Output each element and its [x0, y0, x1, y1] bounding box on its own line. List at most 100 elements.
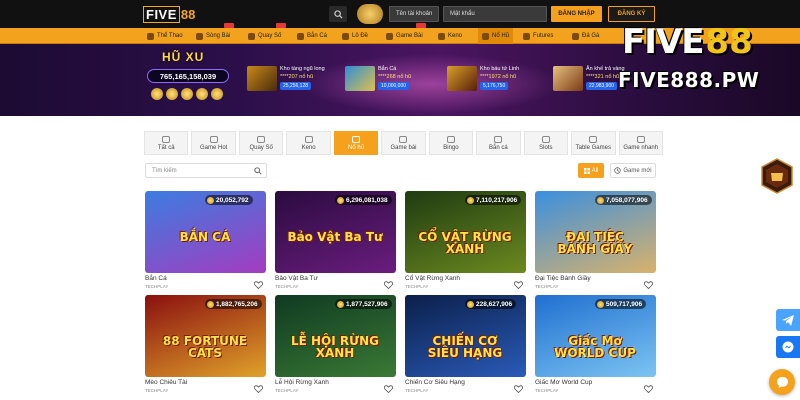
favorite-heart-icon[interactable]	[254, 276, 263, 294]
clock-icon	[614, 167, 622, 174]
game-card[interactable]: 7,058,077,906 ĐẠI TIỆC BÁNH GIẦY Đại Tiệc …	[535, 191, 656, 291]
game-jackpot-badge: 7,058,077,906	[595, 195, 652, 205]
tab-label: Tất cả	[157, 144, 175, 151]
game-card[interactable]: 7,110,217,906 CỔ VẬT RỪNG XANH Cổ Vật Rừng…	[405, 191, 526, 291]
game-provider: TECHPLAY	[275, 284, 299, 289]
nav-item-keno[interactable]: Keno	[438, 28, 462, 44]
grid-icon	[162, 135, 171, 143]
game-provider: TECHPLAY	[145, 388, 169, 393]
game-jackpot-value: 1,877,527,906	[346, 300, 388, 308]
filter-all-label: All	[591, 167, 599, 174]
nav-item-ban-ca[interactable]: Bắn Cá	[297, 28, 327, 44]
nav-item-futures[interactable]: Futures	[523, 28, 553, 44]
nav-item-no-hu[interactable]: Nổ Hũ	[478, 28, 514, 44]
fast-icon	[636, 135, 645, 143]
tab-quay-so[interactable]: Quay Số	[238, 131, 284, 155]
game-card[interactable]: 1,877,527,906 LỄ HỘI RỪNG XANH Lễ Hội Rừng…	[275, 295, 396, 395]
game-thumbnail[interactable]: 509,717,906 Giấc Mơ WORLD CUP	[535, 295, 656, 377]
banner-game-card[interactable]: Kho tàng ngũ long ****207 nổ hũ 25,256,1…	[247, 66, 325, 94]
favorite-heart-icon[interactable]	[384, 276, 393, 294]
game-card[interactable]: 20,052,792 BẮN CÁ Bắn Cá TECHPLAY	[145, 191, 266, 291]
slot-icon	[541, 135, 550, 143]
favorite-heart-icon[interactable]	[644, 380, 653, 398]
nav-label: Futures	[533, 33, 554, 39]
game-jackpot-value: 7,058,077,906	[606, 196, 648, 204]
tab-label: Bingo	[443, 144, 459, 151]
nav-label: Game Bài	[396, 33, 423, 39]
game-thumbnail[interactable]: 7,058,077,906 ĐẠI TIỆC BÁNH GIẦY	[535, 191, 656, 273]
tab-ban-ca[interactable]: Bắn cá	[476, 131, 521, 155]
game-search-input[interactable]: Tìm kiếm	[145, 163, 267, 178]
site-logo[interactable]: FIVE 88	[143, 5, 195, 23]
game-thumbnail[interactable]: 20,052,792 BẮN CÁ	[145, 191, 266, 273]
password-field[interactable]: Mật khẩu	[443, 6, 547, 22]
favorite-heart-icon[interactable]	[384, 380, 393, 398]
game-jackpot-badge: 228,627,906	[465, 299, 517, 309]
nav-item-quay-so[interactable]: Quay Số	[248, 23, 286, 44]
favorite-heart-icon[interactable]	[254, 380, 263, 398]
messenger-icon	[782, 341, 794, 353]
search-icon[interactable]	[329, 6, 347, 22]
login-button[interactable]: ĐĂNG NHẬP	[551, 6, 602, 22]
banner-game-card[interactable]: Kho báu tứ Linh ****1972 nổ hũ 5,176,750	[447, 66, 519, 94]
tab-bingo[interactable]: Bingo	[428, 131, 474, 155]
game-thumbnail	[247, 66, 277, 91]
tab-table-games[interactable]: Table Games	[571, 131, 616, 155]
register-button[interactable]: ĐĂNG KÝ	[608, 6, 655, 22]
tab-keno[interactable]: Keno	[286, 131, 331, 155]
coin-icon	[597, 196, 604, 204]
tab-no-hu[interactable]: Nổ hũ	[333, 131, 379, 155]
nav-label: Nổ Hũ	[492, 33, 510, 39]
nav-item-game-bai[interactable]: Game Bài	[386, 23, 426, 44]
favorite-heart-icon[interactable]	[514, 276, 523, 294]
game-jackpot-badge: 7,110,217,906	[465, 195, 522, 205]
promo-badge-icon[interactable]	[357, 4, 383, 24]
tab-game-bai[interactable]: Game bài	[381, 131, 426, 155]
nav-item-da-ga[interactable]: Đá Gà	[572, 28, 599, 44]
watermark-five: FIVE	[622, 22, 704, 62]
banner-game-name: Kho báu tứ Linh	[480, 66, 520, 72]
jackpot-icon	[482, 32, 489, 40]
coin-icon	[207, 196, 214, 204]
tab-slots[interactable]: Slots	[523, 131, 569, 155]
live-chat-button[interactable]	[769, 369, 795, 395]
game-jackpot-value: 1,882,765,206	[216, 300, 258, 308]
game-art-title: ĐẠI TIỆC BÁNH GIẦY	[557, 230, 633, 256]
game-thumbnail[interactable]: 6,296,081,038 Bảo Vật Ba Tư	[275, 191, 396, 273]
game-thumbnail[interactable]: 228,627,906 CHIẾN CƠ SIÊU HẠNG	[405, 295, 526, 377]
favorite-heart-icon[interactable]	[514, 380, 523, 398]
tab-label: Keno	[301, 144, 316, 151]
shop-badge-icon[interactable]	[759, 158, 795, 194]
game-jackpot-badge: 20,052,792	[205, 195, 253, 205]
favorite-heart-icon[interactable]	[644, 276, 653, 294]
telegram-button[interactable]	[776, 309, 800, 331]
banner-game-card[interactable]: Bắn Cá ****268 nổ hũ 10,000,000	[345, 66, 411, 94]
messenger-button[interactable]	[776, 336, 800, 358]
search-icon[interactable]	[254, 167, 262, 177]
coin-icon	[467, 196, 474, 204]
hot-tag-icon	[276, 23, 286, 28]
username-field[interactable]: Tên tài khoản	[389, 6, 439, 22]
game-thumbnail[interactable]: 1,877,527,906 LỄ HỘI RỪNG XANH	[275, 295, 396, 377]
nav-item-the-thao[interactable]: Thể Thao	[147, 28, 183, 44]
nav-item-lo-de[interactable]: Lô Đề	[342, 28, 368, 44]
game-jackpot-badge: 1,882,765,206	[205, 299, 262, 309]
game-card[interactable]: 1,882,765,206 88 FORTUNE CATS Mèo Chiêu Tà…	[145, 295, 266, 395]
game-thumbnail[interactable]: 1,882,765,206 88 FORTUNE CATS	[145, 295, 266, 377]
game-card[interactable]: 509,717,906 Giấc Mơ WORLD CUP Giấc Mơ Worl…	[535, 295, 656, 395]
fish-icon	[297, 32, 304, 40]
tab-game-hot[interactable]: Game Hot	[191, 131, 236, 155]
sport-icon	[147, 32, 154, 40]
tab-tat-ca[interactable]: Tất cả	[144, 131, 189, 155]
nav-item-song-bai[interactable]: Sòng Bài	[196, 23, 234, 44]
game-thumbnail[interactable]: 7,110,217,906 CỔ VẬT RỪNG XANH	[405, 191, 526, 273]
game-art-title: CHIẾN CƠ SIÊU HẠNG	[427, 334, 503, 360]
tab-game-nhanh[interactable]: Game nhanh	[618, 131, 663, 155]
game-thumbnail	[345, 66, 375, 91]
chat-icon	[776, 376, 788, 388]
filter-all-button[interactable]: All	[578, 163, 604, 178]
game-card[interactable]: 6,296,081,038 Bảo Vật Ba Tư Bảo Vật Ba Tư T…	[275, 191, 396, 291]
game-card[interactable]: 228,627,906 CHIẾN CƠ SIÊU HẠNG Chiến Cơ Si…	[405, 295, 526, 395]
filter-new-button[interactable]: Game mới	[610, 163, 656, 178]
banner-game-amount: ****268 nổ hũ	[378, 74, 412, 80]
